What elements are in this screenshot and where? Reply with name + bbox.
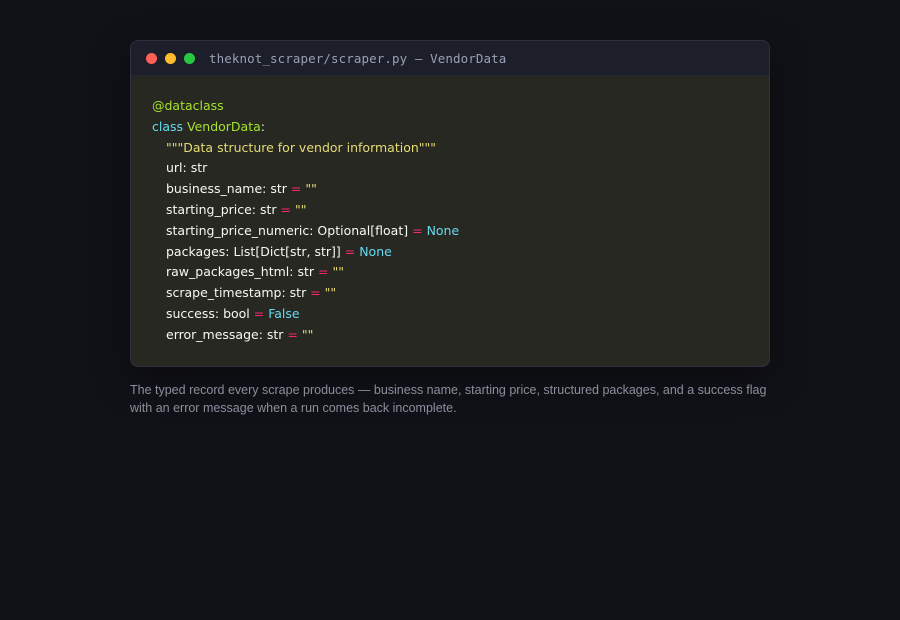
window-titlebar: theknot_scraper/scraper.py — VendorData <box>131 41 769 76</box>
maximize-window-button[interactable] <box>184 52 195 64</box>
code-token-const: None <box>426 222 460 238</box>
code-line: success: bool = False <box>152 304 769 325</box>
code-token-plain: success: bool <box>166 305 254 321</box>
code-token-classname: VendorData <box>187 118 261 134</box>
code-token-string: """Data structure for vendor information… <box>166 139 437 155</box>
code-token-op: = <box>280 201 291 217</box>
code-token-op: = <box>287 326 298 342</box>
code-block: @dataclass class VendorData: """Data struc… <box>131 76 769 346</box>
code-token-op: = <box>310 285 321 301</box>
code-token-op: = <box>318 264 329 280</box>
code-token-decorator: @dataclass <box>152 98 224 113</box>
code-token-plain: url: str <box>166 160 208 176</box>
code-token-op: = <box>290 181 302 197</box>
code-token-const: None <box>359 243 392 259</box>
code-token-plain: : <box>260 118 265 134</box>
code-token-string: "" <box>305 181 317 197</box>
code-token-plain: error_message: str <box>166 326 288 342</box>
code-token-string: "" <box>332 264 344 280</box>
window-title: theknot_scraper/scraper.py — VendorData <box>209 50 507 66</box>
code-token-op: = <box>253 305 265 321</box>
code-line: error_message: str = "" <box>152 325 769 346</box>
code-line: raw_packages_html: str = "" <box>152 262 769 283</box>
code-token-string: "" <box>301 326 314 342</box>
code-token-keyword: class <box>152 118 188 134</box>
code-token-plain: raw_packages_html: str <box>166 264 318 280</box>
close-window-button[interactable] <box>146 52 157 64</box>
code-line: packages: List[Dict[str, str]] = None <box>152 242 769 263</box>
code-token-plain: business_name: str <box>166 181 291 197</box>
code-line: class VendorData: <box>152 117 769 138</box>
code-line: scrape_timestamp: str = "" <box>152 283 769 304</box>
code-token-string: "" <box>294 201 307 217</box>
code-window: theknot_scraper/scraper.py — VendorData … <box>130 40 770 367</box>
code-line: starting_price: str = "" <box>152 200 769 221</box>
code-token-op: = <box>412 222 423 238</box>
code-token-plain: starting_price_numeric: Optional[float] <box>166 222 413 238</box>
code-line: """Data structure for vendor information… <box>152 138 769 159</box>
code-token-string: "" <box>324 285 337 301</box>
code-line: starting_price_numeric: Optional[float] … <box>152 221 769 242</box>
code-line: url: str <box>152 158 769 179</box>
code-token-const: False <box>268 305 300 321</box>
minimize-window-button[interactable] <box>165 52 176 64</box>
code-token-plain: scrape_timestamp: str <box>166 285 311 301</box>
code-caption: The typed record every scrape produces —… <box>130 383 767 415</box>
code-token-op: = <box>344 243 356 259</box>
code-line: @dataclass <box>152 96 769 117</box>
code-token-plain: packages: List[Dict[str, str]] <box>166 243 345 259</box>
code-token-plain: starting_price: str <box>166 201 281 217</box>
code-line: business_name: str = "" <box>152 179 769 200</box>
